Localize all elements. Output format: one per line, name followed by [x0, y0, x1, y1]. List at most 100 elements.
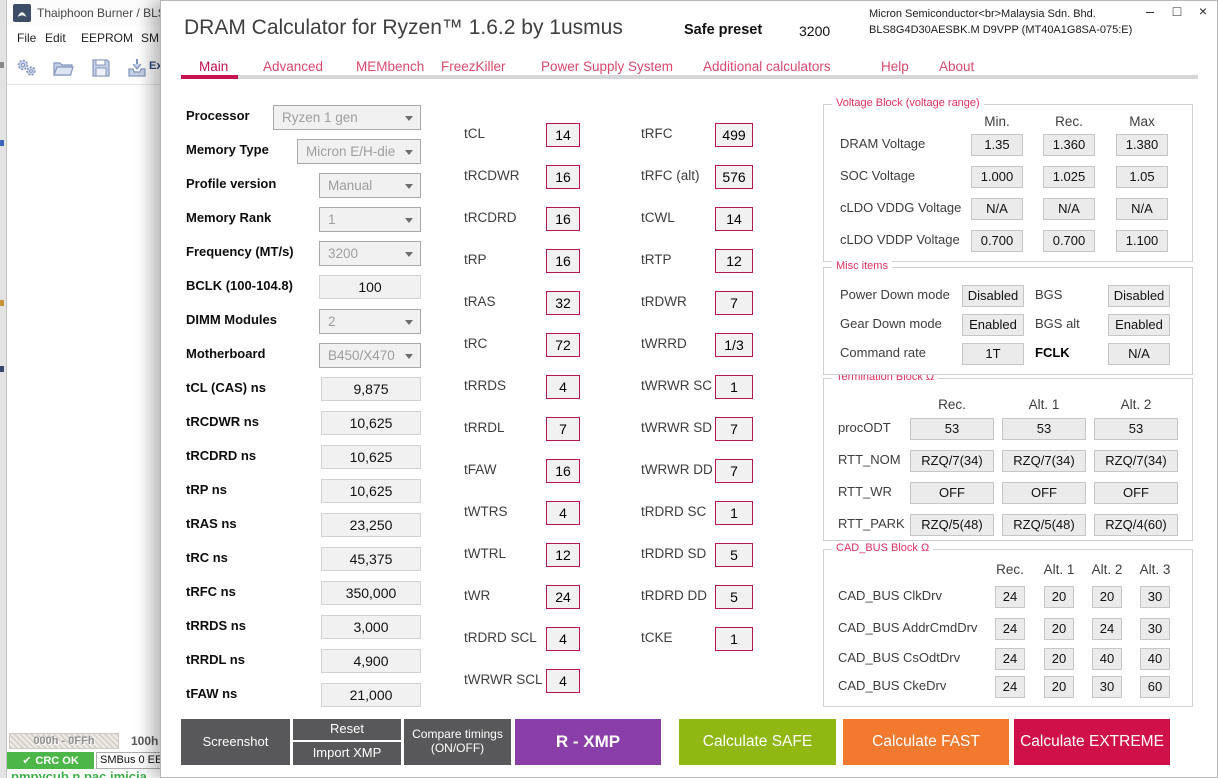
- twr-value[interactable]: 24: [546, 585, 580, 609]
- twrrd-value[interactable]: 1/3: [715, 333, 753, 357]
- r-xmp-button[interactable]: R - XMP: [515, 719, 661, 765]
- trdrd-scl-value[interactable]: 4: [546, 627, 580, 651]
- tras-ns-input[interactable]: 23,250: [321, 513, 421, 537]
- menu-eeprom[interactable]: EEPROM: [81, 31, 133, 45]
- trp-value[interactable]: 16: [546, 249, 580, 273]
- dram-calculator-window: DRAM Calculator for Ryzen™ 1.6.2 by 1usm…: [160, 0, 1218, 778]
- trrdl-ns-input[interactable]: 4,900: [321, 649, 421, 673]
- calculate-extreme-button[interactable]: Calculate EXTREME: [1014, 719, 1170, 765]
- trc-value[interactable]: 72: [546, 333, 580, 357]
- trp-ns-input[interactable]: 10,625: [321, 479, 421, 503]
- crc-status-badge: ✔ CRC OK: [7, 752, 94, 769]
- background-window-fragment: [0, 140, 4, 146]
- calculate-safe-button[interactable]: Calculate SAFE: [679, 719, 836, 765]
- memory-rank-dropdown[interactable]: 1: [319, 207, 421, 232]
- import-xmp-button[interactable]: Import XMP: [293, 742, 401, 765]
- calculate-fast-button[interactable]: Calculate FAST: [843, 719, 1009, 765]
- trrdl-value[interactable]: 7: [546, 417, 580, 441]
- tab-main[interactable]: Main: [199, 59, 228, 74]
- twrwr-dd-label: tWRWR DD: [641, 462, 713, 477]
- bclk-100-104-8-input[interactable]: 100: [319, 275, 421, 299]
- tcke-value[interactable]: 1: [715, 627, 753, 651]
- bgs-value: Disabled: [1108, 285, 1170, 307]
- tab-help[interactable]: Help: [881, 59, 909, 74]
- tcl-value[interactable]: 14: [546, 123, 580, 147]
- eeprom-range-bar[interactable]: 000h - 0FFh: [9, 733, 119, 749]
- open-folder-icon[interactable]: [51, 56, 75, 80]
- frequency-mt-s-dropdown[interactable]: 3200: [319, 241, 421, 266]
- reset-button[interactable]: Reset: [293, 719, 401, 740]
- twrwr-scl-value[interactable]: 4: [546, 669, 580, 693]
- save-icon[interactable]: [89, 56, 113, 80]
- tfaw-value[interactable]: 16: [546, 459, 580, 483]
- export-icon[interactable]: [125, 56, 149, 80]
- crc-status-text: CRC OK: [35, 755, 78, 767]
- tab-advanced[interactable]: Advanced: [263, 59, 323, 74]
- minimize-button[interactable]: –: [1139, 3, 1161, 19]
- tras-value[interactable]: 32: [546, 291, 580, 315]
- bgs-alt-label: BGS alt: [1035, 316, 1080, 331]
- trcdrd-label: tRCDRD: [464, 210, 517, 225]
- tcl-cas-ns-input[interactable]: 9,875: [321, 377, 421, 401]
- module-info-line2: BLS8G4D30AESBK.M D9VPP (MT40A1G8SA-075:E…: [869, 24, 1132, 36]
- trdwr-value[interactable]: 7: [715, 291, 753, 315]
- cad-bus-clkdrv-alt-2: 20: [1092, 586, 1122, 608]
- cad-bus-csodtdrv-label: CAD_BUS CsOdtDrv: [838, 650, 960, 665]
- tab-about[interactable]: About: [939, 59, 974, 74]
- trcdrd-value[interactable]: 16: [546, 207, 580, 231]
- cad-bus-header-alt-3: Alt. 3: [1115, 562, 1195, 577]
- trtp-value[interactable]: 12: [715, 249, 753, 273]
- trfc-label: tRFC: [641, 126, 673, 141]
- twrwr-sc-value[interactable]: 1: [715, 375, 753, 399]
- trcdrd-ns-input[interactable]: 10,625: [321, 445, 421, 469]
- trfc-value[interactable]: 499: [715, 123, 753, 147]
- menu-file[interactable]: File: [17, 31, 36, 45]
- trrds-ns-input[interactable]: 3,000: [321, 615, 421, 639]
- tfaw-ns-input[interactable]: 21,000: [321, 683, 421, 707]
- dram-voltage-label: DRAM Voltage: [840, 136, 925, 151]
- tcwl-value[interactable]: 14: [715, 207, 753, 231]
- rtt-wr-alt-2: OFF: [1094, 482, 1178, 504]
- twrwr-sd-value[interactable]: 7: [715, 417, 753, 441]
- motherboard-dropdown[interactable]: B450/X470: [319, 343, 421, 368]
- trrds-label: tRRDS: [464, 378, 506, 393]
- twtrl-value[interactable]: 12: [546, 543, 580, 567]
- tab-additional-calculators[interactable]: Additional calculators: [703, 59, 831, 74]
- tcke-label: tCKE: [641, 630, 673, 645]
- trc-ns-input[interactable]: 45,375: [321, 547, 421, 571]
- trdrd-dd-value[interactable]: 5: [715, 585, 753, 609]
- chevron-down-icon: [405, 218, 413, 223]
- trfc-alt-value[interactable]: 576: [715, 165, 753, 189]
- trdrd-sd-value[interactable]: 5: [715, 543, 753, 567]
- rtt-nom-alt-2: RZQ/7(34): [1094, 450, 1178, 472]
- gears-icon[interactable]: [15, 56, 39, 80]
- background-window-fragment: [0, 300, 4, 306]
- twrwr-scl-label: tWRWR SCL: [464, 672, 543, 687]
- trcdwr-value[interactable]: 16: [546, 165, 580, 189]
- menu-edit[interactable]: Edit: [45, 31, 66, 45]
- dimm-modules-dropdown[interactable]: 2: [319, 309, 421, 334]
- cad-bus-addrcmddrv-alt-3: 30: [1140, 618, 1170, 640]
- twtrs-value[interactable]: 4: [546, 501, 580, 525]
- memory-type-dropdown[interactable]: Micron E/H-die: [297, 139, 421, 164]
- chevron-down-icon: [405, 252, 413, 257]
- cad-bus-ckedrv-label: CAD_BUS CkeDrv: [838, 678, 946, 693]
- close-button[interactable]: ×: [1192, 3, 1214, 19]
- twr-label: tWR: [464, 588, 490, 603]
- processor-dropdown[interactable]: Ryzen 1 gen: [273, 105, 421, 130]
- twrwr-dd-value[interactable]: 7: [715, 459, 753, 483]
- cad-bus-ckedrv-rec: 24: [995, 676, 1025, 698]
- tab-power-supply-system[interactable]: Power Supply System: [541, 59, 673, 74]
- compare-timings-on-off-button[interactable]: Compare timings (ON/OFF): [404, 719, 511, 765]
- tab-membench[interactable]: MEMbench: [356, 59, 424, 74]
- profile-version-dropdown[interactable]: Manual: [319, 173, 421, 198]
- trcdwr-ns-input[interactable]: 10,625: [321, 411, 421, 435]
- voltage-block: Voltage Block (voltage range)Min.Rec.Max…: [823, 104, 1193, 262]
- tras-label: tRAS: [464, 294, 496, 309]
- trdrd-sc-value[interactable]: 1: [715, 501, 753, 525]
- tab-freezkiller[interactable]: FreezKiller: [441, 59, 506, 74]
- maximize-button[interactable]: □: [1166, 3, 1188, 19]
- trfc-ns-input[interactable]: 350,000: [321, 581, 421, 605]
- screenshot-button[interactable]: Screenshot: [181, 719, 290, 765]
- trrds-value[interactable]: 4: [546, 375, 580, 399]
